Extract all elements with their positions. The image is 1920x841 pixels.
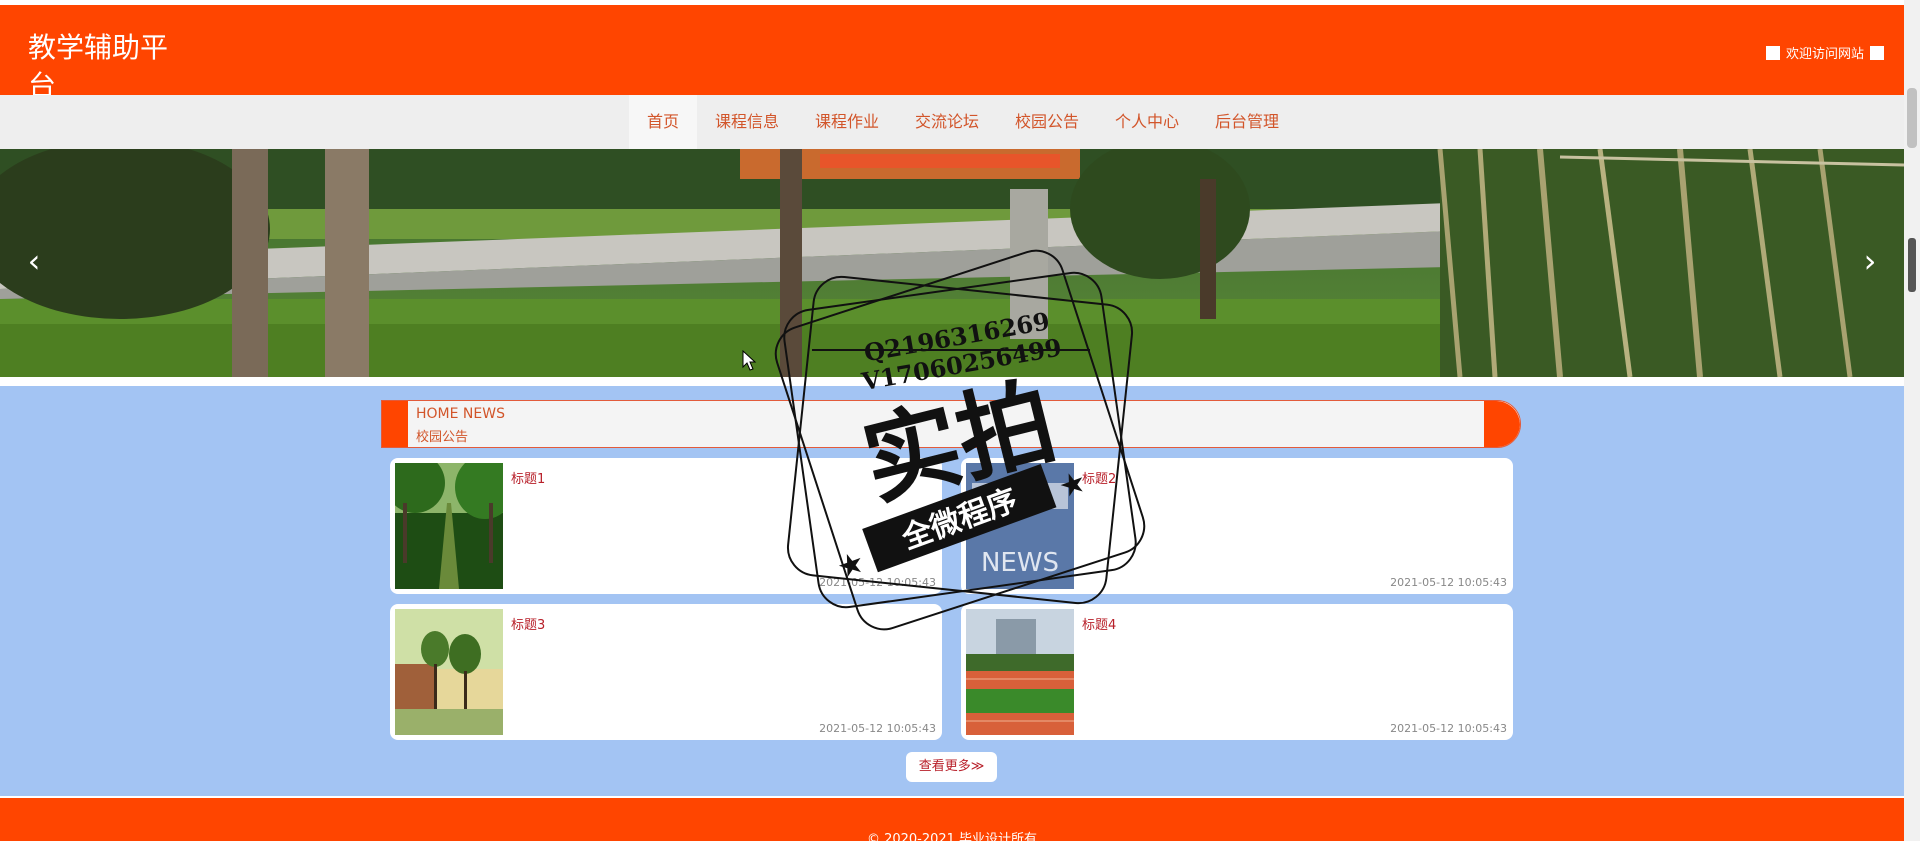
- news-card[interactable]: 标题1 2021-05-12 10:05:43: [390, 458, 942, 594]
- welcome-message: 欢迎访问网站: [1765, 43, 1884, 62]
- news-thumbnail: NEWS: [966, 463, 1074, 589]
- svg-text:NEWS: NEWS: [981, 548, 1059, 578]
- news-header-cn: 校园公告: [416, 430, 469, 445]
- header-accent-left: [382, 401, 408, 447]
- banner-carousel[interactable]: ‹ ›: [0, 149, 1904, 377]
- news-card[interactable]: 标题4 2021-05-12 10:05:43: [961, 604, 1513, 740]
- news-title[interactable]: 标题3: [511, 614, 545, 633]
- news-thumbnail: [395, 609, 503, 735]
- news-date: 2021-05-12 10:05:43: [819, 722, 936, 735]
- footer-copyright: © 2020-2021 毕业设计所有: [866, 832, 1038, 841]
- nav-item-forum[interactable]: 交流论坛: [897, 95, 997, 149]
- nav-item-personal-center[interactable]: 个人中心: [1097, 95, 1197, 149]
- nav-item-home[interactable]: 首页: [628, 95, 697, 149]
- square-icon: [1765, 45, 1780, 60]
- nav-item-announcements[interactable]: 校园公告: [997, 95, 1097, 149]
- news-thumbnail: [966, 609, 1074, 735]
- news-date: 2021-05-12 10:05:43: [819, 576, 936, 589]
- page-scrollbar[interactable]: [1904, 0, 1920, 841]
- main-nav: 首页 课程信息 课程作业 交流论坛 校园公告 个人中心 后台管理: [0, 95, 1904, 149]
- nav-item-course-homework[interactable]: 课程作业: [797, 95, 897, 149]
- news-title[interactable]: 标题2: [1082, 468, 1116, 487]
- view-more-button[interactable]: 查看更多≫: [906, 752, 997, 782]
- site-footer: © 2020-2021 毕业设计所有: [0, 798, 1904, 841]
- news-header-en: HOME NEWS: [416, 406, 505, 422]
- news-section-header: HOME NEWS 校园公告: [381, 400, 1521, 448]
- news-title[interactable]: 标题4: [1082, 614, 1116, 633]
- square-icon: [1870, 45, 1884, 60]
- news-date: 2021-05-12 10:05:43: [1390, 576, 1507, 589]
- news-section: HOME NEWS 校园公告 标题1 2021-05-12 10:05:43 N…: [0, 386, 1904, 796]
- header-accent-right: [1484, 401, 1520, 447]
- scrollbar-thumb[interactable]: [1907, 88, 1917, 148]
- chevron-left-icon[interactable]: ‹: [22, 241, 46, 281]
- chevron-right-icon[interactable]: ›: [1858, 241, 1882, 281]
- news-title[interactable]: 标题1: [511, 468, 545, 487]
- news-date: 2021-05-12 10:05:43: [1390, 722, 1507, 735]
- page: 教学辅助平台 欢迎访问网站 首页 课程信息 课程作业 交流论坛 校园公告 个人中…: [0, 0, 1904, 841]
- site-header: 教学辅助平台 欢迎访问网站: [0, 5, 1904, 107]
- mouse-cursor-icon: [742, 350, 757, 371]
- news-card[interactable]: NEWS 标题2 2021-05-12 10:05:43: [961, 458, 1513, 594]
- banner-image: [0, 149, 1904, 377]
- nav-item-admin[interactable]: 后台管理: [1197, 95, 1297, 149]
- news-thumbnail: [395, 463, 503, 589]
- scrollbar-marker: [1908, 238, 1916, 292]
- welcome-text: 欢迎访问网站: [1785, 47, 1864, 62]
- news-card[interactable]: 标题3 2021-05-12 10:05:43: [390, 604, 942, 740]
- nav-item-course-info[interactable]: 课程信息: [697, 95, 797, 149]
